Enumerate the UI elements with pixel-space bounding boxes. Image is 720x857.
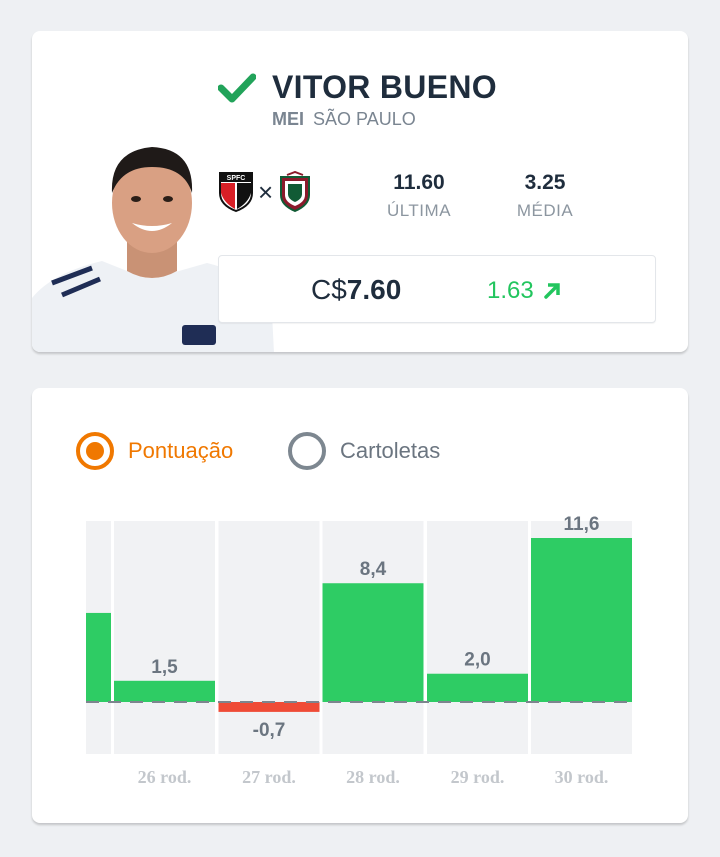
stat-last: 11.60 ÚLTIMA	[364, 171, 474, 221]
chart-data-label: 2,0	[464, 650, 490, 671]
stat-average: 3.25 MÉDIA	[490, 171, 600, 221]
sao-paulo-crest-icon: SPFC	[219, 172, 253, 213]
match-row: SPFC ×	[218, 171, 313, 213]
player-club: SÃO PAULO	[313, 109, 416, 129]
chart-tick-label: 26 rod.	[138, 767, 192, 787]
price-amount: 7.60	[346, 274, 402, 305]
player-position: MEI	[272, 109, 305, 129]
chart-bar	[322, 583, 424, 702]
chart-bar	[218, 702, 320, 712]
player-name: VITOR BUENO	[272, 69, 497, 105]
chart-data-label: -0,7	[253, 720, 286, 741]
player-position-club: MEI SÃO PAULO	[272, 109, 416, 130]
stat-last-value: 11.60	[393, 171, 445, 194]
chart-bar	[114, 680, 215, 702]
chart-column-bg	[114, 521, 215, 754]
chart-tick-label: 29 rod.	[451, 767, 505, 787]
player-name-row: VITOR BUENO	[218, 69, 497, 106]
stat-average-label: MÉDIA	[516, 201, 574, 220]
stat-last-label: ÚLTIMA	[386, 201, 452, 220]
chart-tick-label: 27 rod.	[242, 767, 296, 787]
svg-text:SPFC: SPFC	[227, 175, 246, 182]
stat-average-value: 3.25	[524, 171, 566, 194]
price: C$7.60	[311, 274, 401, 306]
player-card: VITOR BUENO MEI SÃO PAULO SPFC × 11.60 Ú…	[32, 31, 688, 352]
check-icon	[218, 73, 256, 102]
chart-bar	[427, 673, 528, 702]
price-variation-value: 1.63	[487, 277, 534, 304]
chart-card: Pontuação Cartoletas 1,5 26 rod. -0,7 27 ro…	[32, 388, 688, 823]
chart-bar	[86, 612, 111, 702]
chart-tick-label: 30 rod.	[555, 767, 609, 787]
chart-data-label: 11,6	[564, 514, 600, 535]
price-box: C$7.60 1.63	[218, 255, 656, 323]
versus-sign: ×	[258, 177, 274, 207]
price-variation: 1.63	[487, 277, 562, 305]
score-bar-chart: 1,5 26 rod. -0,7 27 rod. 8,4 28 rod. 2,0 29 rod…	[86, 514, 632, 787]
chart-data-label: 1,5	[151, 657, 178, 678]
chart-bar	[531, 538, 632, 702]
chart-tick-label: 28 rod.	[346, 767, 400, 787]
chart-data-label: 8,4	[360, 559, 387, 580]
fluminense-crest-icon	[280, 171, 311, 213]
arrow-up-right-icon	[543, 283, 560, 299]
price-currency: C$	[311, 274, 347, 305]
chart-column-bg	[427, 521, 528, 754]
